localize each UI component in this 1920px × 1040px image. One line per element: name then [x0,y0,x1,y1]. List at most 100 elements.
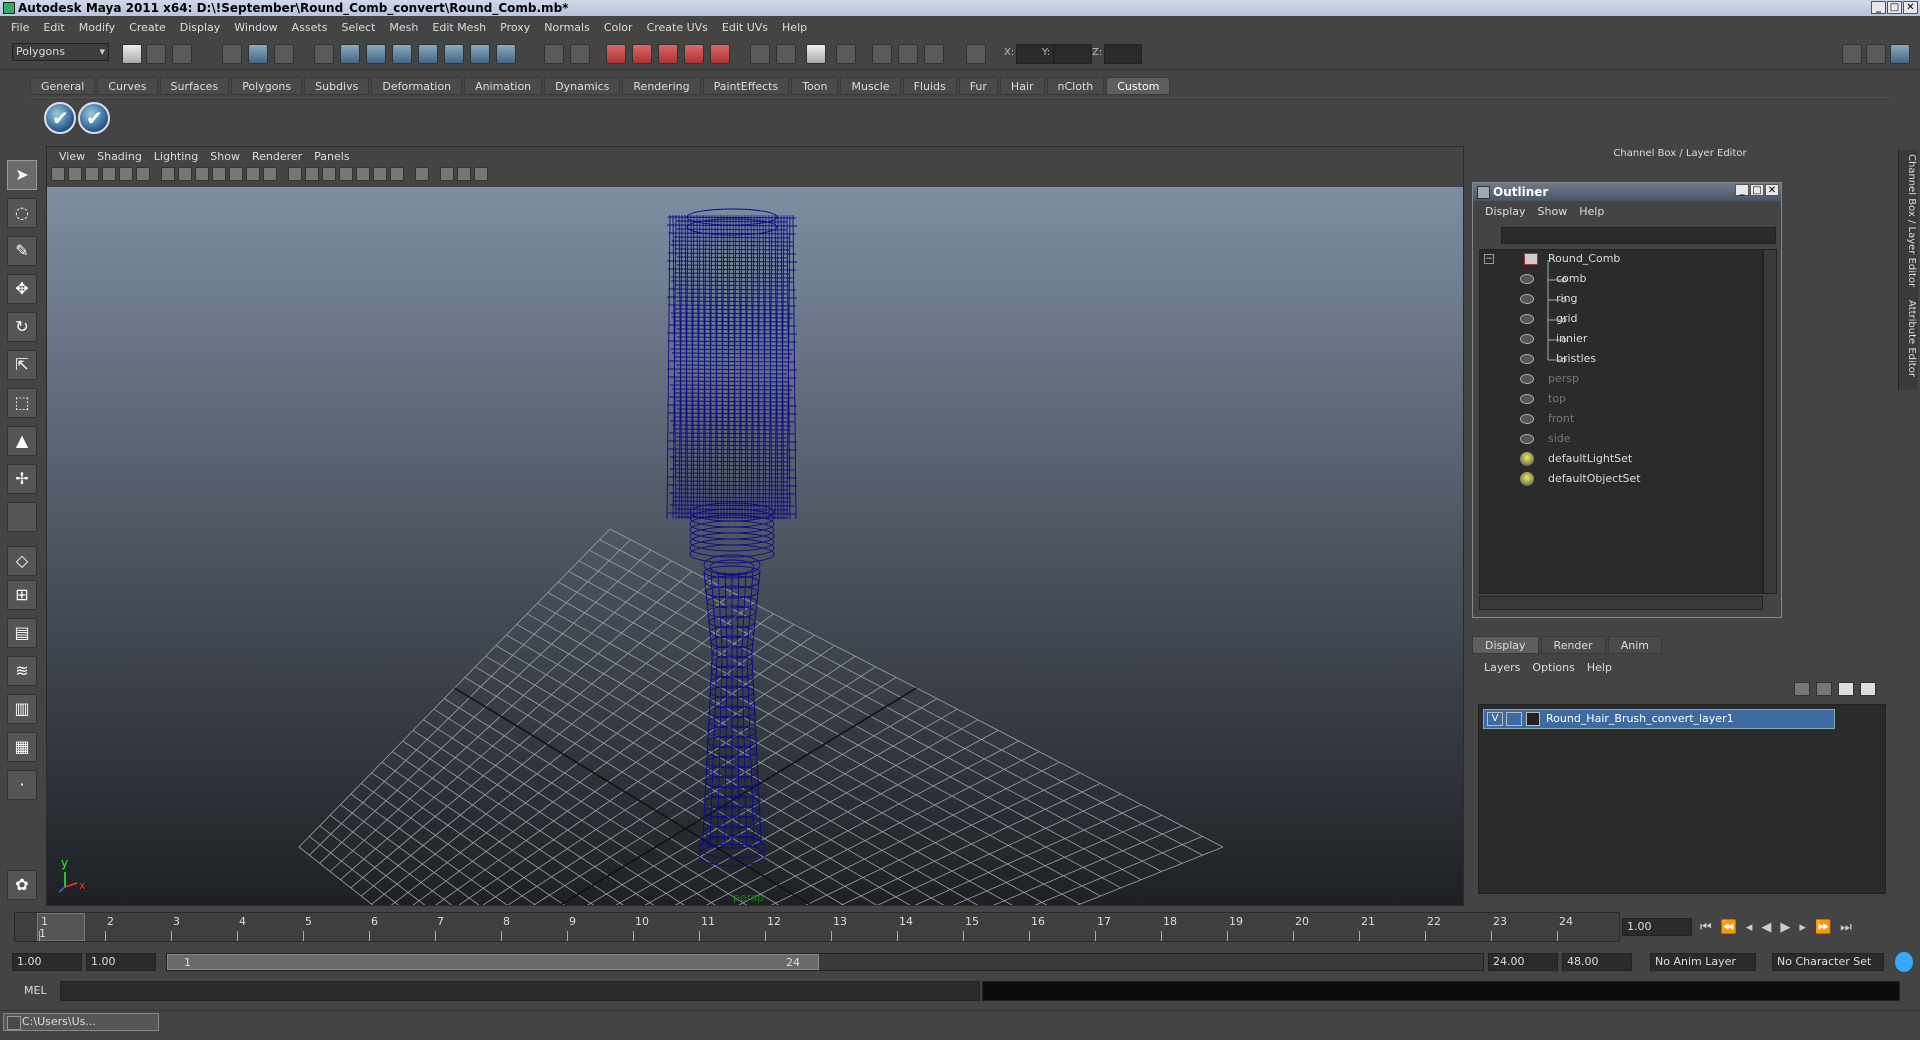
menu-color[interactable]: Color [597,21,640,34]
layout-single-icon[interactable] [750,44,770,64]
step-forward-key-icon[interactable]: ⏩ [1815,920,1831,935]
auto-key-icon[interactable] [1895,952,1913,972]
shelf-tab-painteffects[interactable]: PaintEffects [702,77,790,95]
menu-mesh[interactable]: Mesh [382,21,425,34]
side-tab-channel-box[interactable]: Channel Box / Layer Editor [1901,154,1917,287]
step-back-frame-icon[interactable]: ◂ [1746,920,1753,935]
menu-assets[interactable]: Assets [285,21,335,34]
go-to-end-icon[interactable]: ⏭ [1840,920,1852,935]
select-component-icon[interactable] [274,44,294,64]
new-scene-icon[interactable] [122,44,142,64]
menu-window[interactable]: Window [227,21,284,34]
layer-menu-help[interactable]: Help [1581,661,1618,674]
minimize-button[interactable]: _ [1871,1,1886,14]
ipr-render-icon[interactable] [632,44,652,64]
scale-tool-icon[interactable]: ⇱ [7,350,37,380]
rotate-tool-icon[interactable]: ↻ [7,312,37,342]
current-frame-field[interactable]: 1.00 [1622,918,1692,936]
textured-icon[interactable] [339,167,353,181]
shelf-tab-fur[interactable]: Fur [958,77,998,95]
soft-mod-tool-icon[interactable]: ▲ [7,426,37,456]
move-layer-down-icon[interactable] [1816,682,1832,696]
save-scene-icon[interactable] [172,44,192,64]
grease-pencil-icon[interactable] [136,167,150,181]
channel-box-toggle-icon[interactable] [1842,44,1862,64]
menu-select[interactable]: Select [334,21,382,34]
new-layer-icon[interactable] [1838,682,1854,696]
lock-selection-icon[interactable] [314,44,334,64]
render-region-icon[interactable] [836,44,856,64]
layer-menu-layers[interactable]: Layers [1478,661,1526,674]
shelf-tab-dynamics[interactable]: Dynamics [544,77,621,95]
shadows-icon[interactable] [390,167,404,181]
menu-set-dropdown[interactable]: Polygons [12,43,109,61]
film-gate-icon[interactable] [178,167,192,181]
layer-tab-render[interactable]: Render [1540,636,1606,654]
outliner-item-front[interactable]: front [1520,410,1574,428]
select-tool-icon[interactable]: ➤ [7,160,37,190]
menu-edit[interactable]: Edit [36,21,71,34]
construction-history-icon[interactable] [544,44,564,64]
render-current-icon[interactable] [606,44,626,64]
shelf-tab-muscle[interactable]: Muscle [840,77,901,95]
paint-icon[interactable] [898,44,918,64]
outliner-item-default-light-set[interactable]: defaultLightSet [1520,450,1632,468]
resolution-gate-icon[interactable] [195,167,209,181]
outliner-vertical-scrollbar[interactable] [1763,249,1777,594]
custom-check-icon-1[interactable] [44,102,76,134]
layout-custom-icon[interactable]: · [7,770,37,800]
wireframe-on-shaded-icon[interactable] [322,167,336,181]
layer-playback-toggle[interactable] [1506,712,1522,726]
anim-layer-dropdown[interactable]: No Anim Layer [1650,953,1756,971]
shelf-tab-ncloth[interactable]: nCloth [1046,77,1105,95]
end-time-field[interactable]: 48.00 [1562,953,1632,971]
snap-curve-icon[interactable] [366,44,386,64]
image-plane-icon[interactable] [102,167,116,181]
playback-end-field[interactable]: 24.00 [1488,953,1558,971]
vp-menu-panels[interactable]: Panels [308,150,355,163]
menu-create-uvs[interactable]: Create UVs [640,21,715,34]
outliner-menu-help[interactable]: Help [1573,205,1610,218]
field-chart-icon[interactable] [229,167,243,181]
help-icon[interactable] [496,44,516,64]
maximize-button[interactable]: □ [1887,1,1902,14]
range-slider-handle[interactable]: 1 24 [167,954,819,970]
layer-row[interactable]: V Round_Hair_Brush_convert_layer1 [1483,709,1835,729]
render-settings-icon[interactable] [658,44,678,64]
shelf-tab-custom[interactable]: Custom [1106,77,1171,95]
make-live-icon[interactable] [444,44,464,64]
lasso-tool-icon[interactable]: ◌ [7,198,37,228]
menu-edit-uvs[interactable]: Edit UVs [715,21,775,34]
custom-check-icon-2[interactable] [78,102,110,134]
outliner-menu-show[interactable]: Show [1532,205,1574,218]
bookmark-icon[interactable] [85,167,99,181]
perspective-viewport[interactable]: y x persp [47,187,1463,1040]
layout-graph-persp-icon[interactable]: ≋ [7,656,37,686]
safe-action-icon[interactable] [246,167,260,181]
camera-attributes-icon[interactable] [68,167,82,181]
vp-menu-show[interactable]: Show [204,150,246,163]
z-field[interactable] [1104,44,1142,64]
mel-input[interactable] [60,981,980,1001]
outliner-minimize-button[interactable]: _ [1735,184,1749,196]
vp-menu-renderer[interactable]: Renderer [246,150,308,163]
show-manipulator-icon[interactable]: ✢ [7,464,37,494]
playback-start-field[interactable]: 1.00 [86,953,156,971]
character-set-dropdown[interactable]: No Character Set [1772,953,1884,971]
layer-tab-anim[interactable]: Anim [1607,636,1662,654]
safe-title-icon[interactable] [263,167,277,181]
shelf-tab-subdivs[interactable]: Subdivs [304,77,370,95]
layout-single-pane-icon[interactable]: ◇ [7,546,37,576]
vp-menu-lighting[interactable]: Lighting [148,150,204,163]
hotkey-icon[interactable] [924,44,944,64]
last-tool-icon[interactable] [7,502,37,532]
snap-grid-icon[interactable] [340,44,360,64]
default-lighting-icon[interactable] [356,167,370,181]
gate-mask-icon[interactable] [212,167,226,181]
camera-select-icon[interactable] [51,167,65,181]
paint-select-tool-icon[interactable]: ✎ [7,236,37,266]
move-layer-up-icon[interactable] [1794,682,1810,696]
outliner-item-top[interactable]: top [1520,390,1566,408]
snap-point-icon[interactable] [392,44,412,64]
outliner-item-default-object-set[interactable]: defaultObjectSet [1520,470,1641,488]
